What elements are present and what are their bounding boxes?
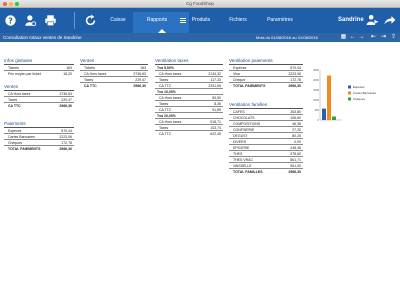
- table-row: CA TTC 2966,30: [84, 84, 146, 88]
- legend-label: Espèces: [353, 85, 365, 89]
- paiements-summary-section: Paiements Espèces 570,44 Cartes Bancaires…: [4, 121, 74, 152]
- y-tick-label: 0: [318, 118, 320, 122]
- ventes-section: Ventes Tickets 163 CA Hors taxes 2736,63 T…: [80, 58, 148, 89]
- legend-swatch: [348, 91, 351, 95]
- last-period-icon[interactable]: ⇥: [380, 34, 387, 41]
- table-row: CA TTC 2966,30: [8, 104, 72, 108]
- app-window: Cg FoodShop ? Caisse Rapports Produits F…: [0, 0, 400, 289]
- current-user: Sandrine: [338, 17, 364, 23]
- logout-icon[interactable]: [366, 14, 379, 27]
- svg-text:?: ?: [8, 16, 13, 25]
- y-tick-label: 1500: [313, 88, 319, 92]
- ventes-summary-section: Ventes CA Hors taxes 2736,63 Taxes 229,47 …: [4, 84, 74, 109]
- ventilation-familles-section: Ventilation familles CAFES 263,80 CHOCOLA…: [229, 102, 303, 175]
- y-tick-label: 500: [315, 108, 320, 112]
- bar-0: [322, 108, 326, 120]
- section-title: Infos globales: [4, 58, 74, 65]
- legend-label: Cartes Bancaires: [353, 91, 377, 95]
- toolbar-separator: [74, 12, 75, 29]
- report-header-bar: Consultation totaux ventes de Sandrine M…: [0, 33, 400, 42]
- legend-swatch: [348, 85, 351, 89]
- nav-fichiers[interactable]: Fichiers: [223, 17, 253, 25]
- report-content: Infos globales Tickets 163 Prix moyen par…: [0, 42, 400, 289]
- bar-1: [327, 75, 331, 120]
- payments-bar-chart: 2500 2000 1500 1000 500 0 Espèces Cartes Banca…: [313, 68, 377, 122]
- calendar-icon[interactable]: ▦: [340, 34, 347, 41]
- report-title: Consultation totaux ventes de Sandrine: [3, 35, 82, 40]
- help-icon[interactable]: ?: [4, 14, 17, 27]
- y-tick-label: 2000: [313, 78, 319, 82]
- ventilation-paiements-section: Ventilation paiements Espèces 570,44 Visa…: [229, 58, 303, 89]
- export-icon[interactable]: ⇪: [390, 34, 397, 41]
- nav-caisse[interactable]: Caisse: [103, 17, 133, 25]
- main-toolbar: ? Caisse Rapports Produits Fichiers Para…: [0, 8, 400, 33]
- infos-globales-section: Infos globales Tickets 163 Prix moyen par…: [4, 58, 74, 77]
- legend-label: Chèques: [353, 97, 366, 101]
- table-row: TOTAL FAMILLES 2966,30: [233, 170, 301, 174]
- title-bar: Cg FoodShop: [0, 0, 400, 8]
- y-tick-label: 2500: [313, 68, 319, 72]
- table-row: Prix moyen par ticket 18,20: [8, 72, 72, 76]
- ventilation-taxes-section: Ventilation taxes Tva 5,50% CA Hors taxe…: [155, 58, 223, 137]
- window-title: Cg FoodShop: [186, 1, 214, 6]
- bar-2: [332, 116, 336, 120]
- section-title: Ventes: [80, 58, 148, 65]
- section-title: Ventes: [4, 84, 74, 91]
- first-period-icon[interactable]: ⇤: [370, 34, 377, 41]
- nav-produits[interactable]: Produits: [186, 17, 216, 25]
- next-period-icon[interactable]: →: [358, 34, 365, 41]
- user-settings-icon[interactable]: [24, 14, 37, 27]
- section-title: Paiements: [4, 121, 74, 128]
- legend-swatch: [348, 97, 351, 101]
- report-period: Mois du 01/08/2016 au 31/08/2016: [256, 35, 318, 40]
- refresh-icon[interactable]: [84, 14, 97, 27]
- nav-rapports[interactable]: Rapports: [140, 17, 174, 25]
- previous-period-icon[interactable]: ←: [349, 34, 356, 41]
- table-row: CA TTC 622,45: [159, 132, 221, 136]
- forward-arrow-icon[interactable]: [383, 14, 396, 27]
- nav-parametres[interactable]: Paramètres: [261, 17, 299, 25]
- section-title: Ventilation familles: [229, 102, 303, 109]
- payments-chart: 2500 2000 1500 1000 500 0 Espèces Cartes Banca…: [312, 66, 400, 126]
- section-title: Ventilation taxes: [155, 58, 223, 65]
- table-row: TOTAL PAIEMENTS 2966,30: [233, 84, 301, 88]
- section-title: Ventilation paiements: [229, 58, 303, 65]
- table-row: TOTAL PAIEMENTS 2966,30: [8, 147, 72, 151]
- printer-icon[interactable]: [44, 14, 57, 27]
- y-tick-label: 1000: [313, 98, 319, 102]
